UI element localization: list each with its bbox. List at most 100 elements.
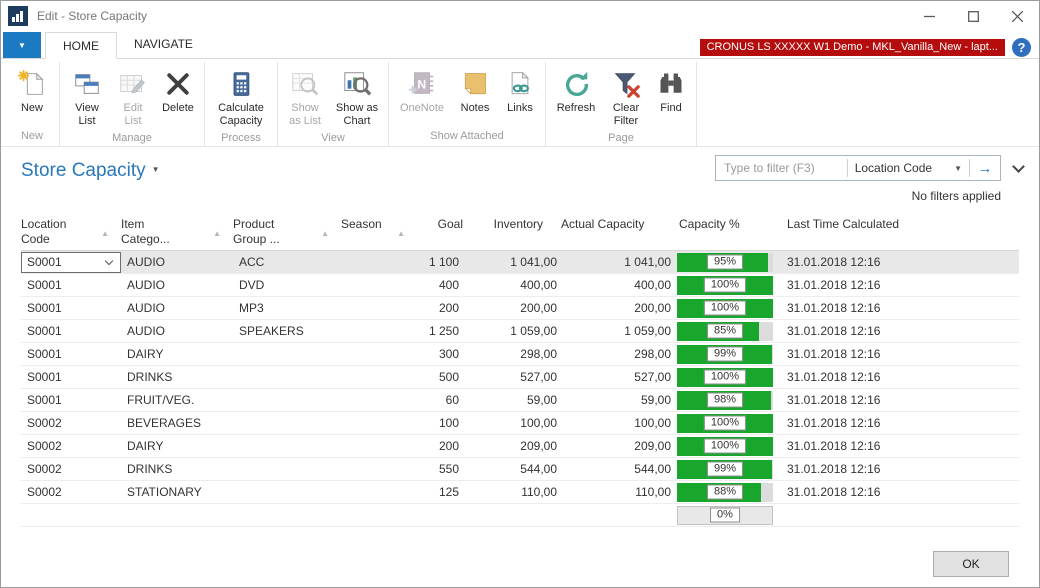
cell-location-code[interactable]: S0001 — [21, 301, 121, 315]
column-header-actual-capacity[interactable]: Actual Capacity — [561, 213, 675, 250]
show-as-chart-button[interactable]: Show as Chart — [329, 65, 385, 131]
cell-inventory[interactable]: 1 041,00 — [463, 255, 561, 269]
cell-last-time-calculated[interactable]: 31.01.2018 12:16 — [775, 393, 1019, 407]
new-button[interactable]: New — [8, 65, 56, 118]
cell-location-code[interactable]: S0001 — [21, 370, 121, 384]
cell-last-time-calculated[interactable]: 31.01.2018 12:16 — [775, 301, 1019, 315]
clear-filter-button[interactable]: Clear Filter — [603, 65, 649, 131]
cell-inventory[interactable]: 100,00 — [463, 416, 561, 430]
maximize-button[interactable] — [951, 1, 995, 31]
cell-location-code[interactable]: S0001 — [21, 252, 121, 273]
cell-product-group[interactable]: ACC — [233, 255, 341, 269]
column-header-last-time-calculated[interactable]: Last Time Calculated — [775, 213, 1019, 250]
calculate-capacity-button[interactable]: Calculate Capacity — [208, 65, 274, 131]
table-row[interactable]: S0002BEVERAGES100100,00100,00100%31.01.2… — [21, 412, 1019, 435]
chevron-down-icon[interactable] — [105, 258, 113, 266]
cell-location-code[interactable]: S0002 — [21, 439, 121, 453]
cell-inventory[interactable]: 200,00 — [463, 301, 561, 315]
capacity-bar[interactable]: 99% — [675, 345, 775, 364]
minimize-button[interactable] — [907, 1, 951, 31]
cell-item-category[interactable]: STATIONARY — [121, 485, 233, 499]
cell-last-time-calculated[interactable]: 31.01.2018 12:16 — [775, 347, 1019, 361]
cell-inventory[interactable]: 400,00 — [463, 278, 561, 292]
cell-location-code[interactable]: S0002 — [21, 462, 121, 476]
capacity-bar[interactable]: 0% — [675, 506, 775, 525]
cell-goal[interactable]: 1 250 — [407, 324, 463, 338]
cell-product-group[interactable]: MP3 — [233, 301, 341, 315]
cell-inventory[interactable]: 1 059,00 — [463, 324, 561, 338]
capacity-bar[interactable]: 100% — [675, 299, 775, 318]
table-row[interactable]: S0001AUDIOSPEAKERS1 2501 059,001 059,008… — [21, 320, 1019, 343]
cell-item-category[interactable]: DRINKS — [121, 462, 233, 476]
table-row[interactable]: S0001AUDIOMP3200200,00200,00100%31.01.20… — [21, 297, 1019, 320]
edit-list-button[interactable]: Edit List — [111, 65, 155, 131]
capacity-bar[interactable]: 95% — [675, 253, 775, 272]
apply-filter-button[interactable]: → — [970, 156, 1000, 180]
cell-location-code[interactable]: S0001 — [21, 324, 121, 338]
capacity-bar[interactable]: 100% — [675, 437, 775, 456]
cell-item-category[interactable]: AUDIO — [121, 324, 233, 338]
table-row[interactable]: S0001DRINKS500527,00527,00100%31.01.2018… — [21, 366, 1019, 389]
table-row[interactable]: S0002DRINKS550544,00544,0099%31.01.2018 … — [21, 458, 1019, 481]
cell-item-category[interactable]: BEVERAGES — [121, 416, 233, 430]
cell-actual-capacity[interactable]: 298,00 — [561, 347, 675, 361]
filter-input[interactable] — [716, 161, 847, 175]
cell-inventory[interactable]: 59,00 — [463, 393, 561, 407]
cell-goal[interactable]: 60 — [407, 393, 463, 407]
cell-product-group[interactable]: DVD — [233, 278, 341, 292]
view-list-button[interactable]: View List — [63, 65, 111, 131]
cell-goal[interactable]: 200 — [407, 301, 463, 315]
cell-inventory[interactable]: 298,00 — [463, 347, 561, 361]
cell-last-time-calculated[interactable]: 31.01.2018 12:16 — [775, 416, 1019, 430]
show-as-list-button[interactable]: Show as List — [281, 65, 329, 131]
cell-actual-capacity[interactable]: 59,00 — [561, 393, 675, 407]
close-button[interactable] — [995, 1, 1039, 31]
cell-actual-capacity[interactable]: 209,00 — [561, 439, 675, 453]
column-header-season[interactable]: Season▲ — [341, 213, 407, 250]
cell-item-category[interactable]: DAIRY — [121, 439, 233, 453]
cell-goal[interactable]: 1 100 — [407, 255, 463, 269]
cell-item-category[interactable]: DRINKS — [121, 370, 233, 384]
ok-button[interactable]: OK — [933, 551, 1009, 577]
cell-goal[interactable]: 400 — [407, 278, 463, 292]
table-row[interactable]: S0001FRUIT/VEG.6059,0059,0098%31.01.2018… — [21, 389, 1019, 412]
help-icon[interactable]: ? — [1012, 38, 1031, 57]
cell-actual-capacity[interactable]: 400,00 — [561, 278, 675, 292]
capacity-bar[interactable]: 100% — [675, 276, 775, 295]
capacity-bar[interactable]: 100% — [675, 414, 775, 433]
cell-goal[interactable]: 500 — [407, 370, 463, 384]
cell-product-group[interactable]: SPEAKERS — [233, 324, 341, 338]
column-header-product-group[interactable]: Product Group ...▲ — [233, 213, 341, 250]
cell-goal[interactable]: 300 — [407, 347, 463, 361]
cell-actual-capacity[interactable]: 200,00 — [561, 301, 675, 315]
cell-item-category[interactable]: FRUIT/VEG. — [121, 393, 233, 407]
refresh-button[interactable]: Refresh — [549, 65, 603, 118]
links-button[interactable]: Links — [498, 65, 542, 118]
cell-goal[interactable]: 550 — [407, 462, 463, 476]
cell-actual-capacity[interactable]: 110,00 — [561, 485, 675, 499]
cell-location-code[interactable]: S0002 — [21, 485, 121, 499]
table-row[interactable]: S0002DAIRY200209,00209,00100%31.01.2018 … — [21, 435, 1019, 458]
cell-last-time-calculated[interactable]: 31.01.2018 12:16 — [775, 324, 1019, 338]
table-row[interactable]: S0001DAIRY300298,00298,0099%31.01.2018 1… — [21, 343, 1019, 366]
cell-location-code[interactable]: S0002 — [21, 416, 121, 430]
cell-item-category[interactable]: AUDIO — [121, 278, 233, 292]
capacity-bar[interactable]: 88% — [675, 483, 775, 502]
column-header-goal[interactable]: Goal — [407, 213, 463, 250]
onenote-button[interactable]: N OneNote — [392, 65, 452, 118]
table-row[interactable]: S0001AUDIOACC1 1001 041,001 041,0095%31.… — [21, 251, 1019, 274]
column-header-inventory[interactable]: Inventory — [463, 213, 561, 250]
filter-field-dropdown[interactable]: Location Code▼ — [848, 161, 969, 175]
table-row[interactable]: S0001AUDIODVD400400,00400,00100%31.01.20… — [21, 274, 1019, 297]
column-header-capacity-pct[interactable]: Capacity % — [675, 213, 775, 250]
cell-last-time-calculated[interactable]: 31.01.2018 12:16 — [775, 439, 1019, 453]
cell-item-category[interactable]: DAIRY — [121, 347, 233, 361]
delete-button[interactable]: Delete — [155, 65, 201, 118]
cell-item-category[interactable]: AUDIO — [121, 301, 233, 315]
capacity-bar[interactable]: 85% — [675, 322, 775, 341]
cell-last-time-calculated[interactable]: 31.01.2018 12:16 — [775, 462, 1019, 476]
cell-actual-capacity[interactable]: 1 059,00 — [561, 324, 675, 338]
cell-actual-capacity[interactable]: 1 041,00 — [561, 255, 675, 269]
cell-inventory[interactable]: 209,00 — [463, 439, 561, 453]
cell-item-category[interactable]: AUDIO — [121, 255, 233, 269]
